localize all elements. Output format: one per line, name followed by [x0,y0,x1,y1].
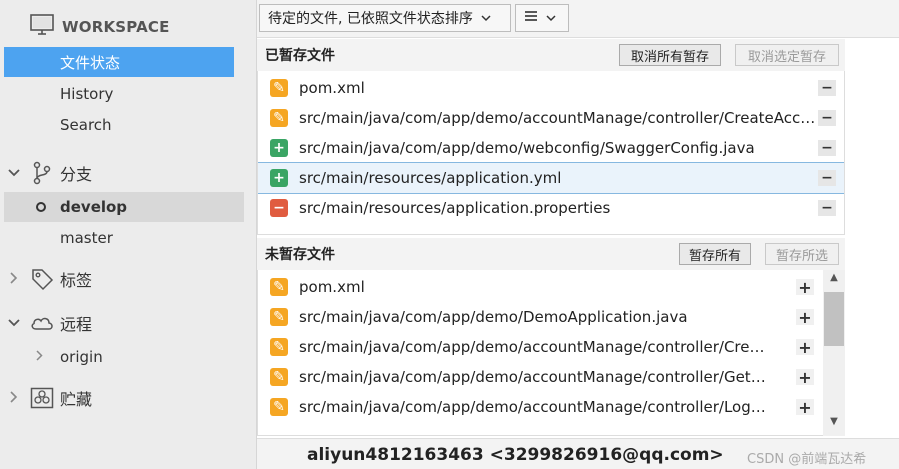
plus-icon: + [270,169,288,187]
pencil-icon: ✎ [270,308,288,326]
stage-file-button[interactable]: + [796,308,814,327]
file-path: src/main/java/com/app/demo/accountManage… [299,338,769,356]
file-path: src/main/java/com/app/demo/accountManage… [299,109,819,127]
unstage-file-button[interactable]: − [818,140,836,156]
commit-bar: aliyun4812163463 <3299826916@qq.com> CSD… [257,438,899,469]
branch-label: develop [60,198,128,216]
staged-file-row[interactable]: + src/main/java/com/app/demo/webconfig/S… [258,133,844,163]
file-path: pom.xml [299,278,365,296]
staged-file-row[interactable]: − src/main/resources/application.propert… [258,193,844,223]
toolbar: 待定的文件, 已依照文件状态排序 [257,0,899,38]
workspace-title: WORKSPACE [62,18,170,36]
stage-selected-button[interactable]: 暂存所选 [765,243,839,265]
nav-file-status[interactable]: 文件状态 [4,47,234,77]
scroll-down-icon[interactable]: ▼ [823,416,845,432]
nav-history-label: History [60,85,114,103]
unstaged-file-row[interactable]: ✎ src/main/java/com/app/demo/accountMana… [258,392,844,422]
staged-file-list: ✎ pom.xml − ✎ src/main/java/com/app/demo… [257,71,845,235]
monitor-icon [30,14,54,40]
file-path: src/main/java/com/app/demo/DemoApplicati… [299,308,688,326]
section-stashes-label: 贮藏 [60,390,93,409]
staged-header: 已暂存文件 取消所有暂存 取消选定暂存 [257,39,845,71]
view-dropdown[interactable] [515,4,569,32]
chevron-down-icon[interactable] [0,316,28,330]
stage-file-button[interactable]: + [796,368,814,387]
stage-file-button[interactable]: + [796,338,814,357]
watermark: CSDN @前端瓦达希 [747,452,867,467]
main-pane: 待定的文件, 已依照文件状态排序 已暂存文件 取消所有暂存 取消选定暂存 ✎ p… [257,0,899,469]
chevron-right-icon[interactable] [0,271,28,287]
branch-item-develop[interactable]: develop [4,192,244,222]
remote-item-origin[interactable]: origin [4,342,244,372]
nav-search[interactable]: Search [4,110,234,140]
unstaged-header: 未暂存文件 暂存所有 暂存所选 [257,238,845,270]
pencil-icon: ✎ [270,278,288,296]
unstaged-file-row[interactable]: ✎ src/main/java/com/app/demo/accountMana… [258,332,844,362]
chevron-down-icon[interactable] [0,166,28,180]
nav-history[interactable]: History [4,79,234,109]
pencil-icon: ✎ [270,338,288,356]
sourcetree-window: WORKSPACE 文件状态 History Search 分支 develop… [0,0,899,469]
plus-icon: + [270,139,288,157]
branch-item-master[interactable]: master [4,223,244,253]
pencil-icon: ✎ [270,109,288,127]
file-path: src/main/resources/application.yml [299,169,562,187]
workspace-header: WORKSPACE [30,14,170,40]
section-stashes[interactable]: 贮藏 [0,381,256,415]
chevron-down-icon [546,12,556,25]
section-remotes-label: 远程 [60,315,93,334]
tag-icon [30,267,54,291]
file-path: src/main/java/com/app/demo/accountManage… [299,398,769,416]
section-branches[interactable]: 分支 [0,156,256,190]
nav-file-status-label: 文件状态 [60,53,121,72]
stage-all-button[interactable]: 暂存所有 [679,243,751,265]
remote-label: origin [60,348,103,366]
list-icon [524,10,538,26]
staged-title: 已暂存文件 [265,48,335,64]
chevron-down-icon [481,12,491,25]
current-branch-icon [36,202,46,212]
file-path: src/main/java/com/app/demo/accountManage… [299,368,769,386]
scroll-up-icon[interactable]: ▲ [823,272,845,288]
unstaged-file-list: ✎ pom.xml + ✎ src/main/java/com/app/demo… [257,270,845,436]
commit-author: aliyun4812163463 <3299826916@qq.com> [307,445,724,465]
pencil-icon: ✎ [270,368,288,386]
scroll-thumb[interactable] [824,292,844,346]
file-path: pom.xml [299,79,365,97]
pencil-icon: ✎ [270,79,288,97]
pencil-icon: ✎ [270,398,288,416]
minus-icon: − [270,199,288,217]
chevron-right-icon[interactable] [0,390,28,406]
branch-icon [30,161,54,185]
unstaged-file-row[interactable]: ✎ pom.xml + [258,272,844,302]
file-path: src/main/resources/application.propertie… [299,199,611,217]
section-tags-label: 标签 [60,271,93,290]
sort-dropdown[interactable]: 待定的文件, 已依照文件状态排序 [259,4,511,32]
chevron-right-icon[interactable] [36,350,43,364]
section-branches-label: 分支 [60,165,93,184]
staged-file-row-selected[interactable]: + src/main/resources/application.yml − [258,162,844,194]
staged-file-row[interactable]: ✎ pom.xml − [258,73,844,103]
unstage-all-button[interactable]: 取消所有暂存 [619,44,721,66]
stage-file-button[interactable]: + [796,398,814,417]
file-path: src/main/java/com/app/demo/webconfig/Swa… [299,139,755,157]
unstage-file-button[interactable]: − [818,80,836,96]
staged-file-row[interactable]: ✎ src/main/java/com/app/demo/accountMana… [258,103,844,133]
nav-search-label: Search [60,116,112,134]
stage-file-button[interactable]: + [796,278,814,297]
stash-icon [30,386,54,410]
unstaged-title: 未暂存文件 [265,247,335,263]
section-remotes[interactable]: 远程 [0,306,256,340]
unstage-file-button[interactable]: − [818,110,836,126]
sort-dropdown-label: 待定的文件, 已依照文件状态排序 [268,11,473,27]
unstage-file-button[interactable]: − [818,170,836,186]
unstaged-file-row[interactable]: ✎ src/main/java/com/app/demo/DemoApplica… [258,302,844,332]
branch-label: master [60,229,113,247]
unstage-file-button[interactable]: − [818,200,836,216]
cloud-icon [30,311,54,335]
unstage-selected-button[interactable]: 取消选定暂存 [735,44,839,66]
section-tags[interactable]: 标签 [0,262,256,296]
unstaged-file-row[interactable]: ✎ src/main/java/com/app/demo/accountMana… [258,362,844,392]
sidebar: WORKSPACE 文件状态 History Search 分支 develop… [0,0,257,469]
